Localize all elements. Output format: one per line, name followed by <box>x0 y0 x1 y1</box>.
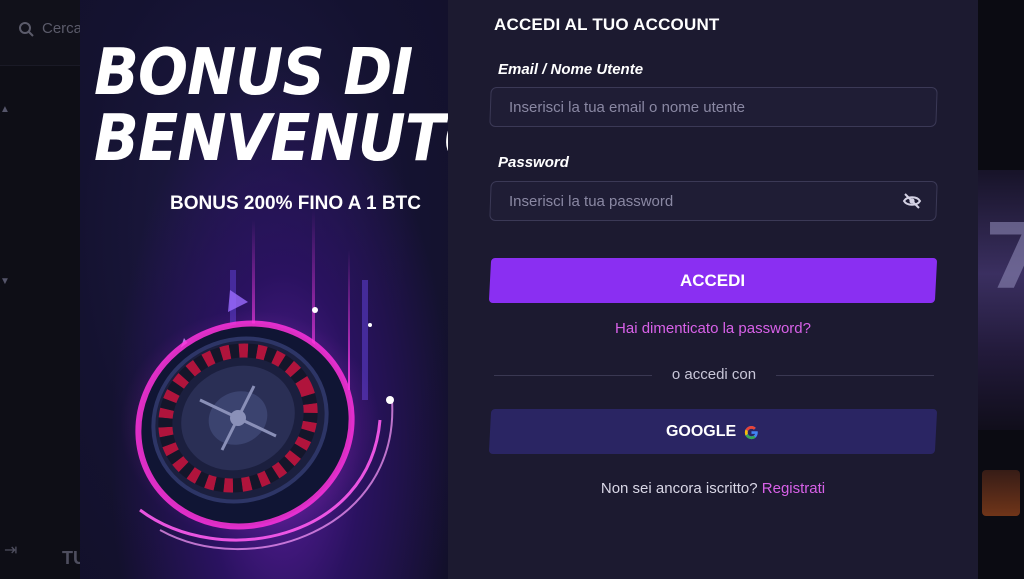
login-modal: BONUS DI BENVENUTO BONUS 200% FINO A 1 B… <box>80 0 978 579</box>
login-button[interactable]: ACCEDI <box>488 258 938 303</box>
register-link[interactable]: Registrati <box>762 480 825 497</box>
forgot-password-link[interactable]: Hai dimenticato la password? <box>490 320 936 337</box>
promo-title-line1: BONUS DI <box>94 36 413 110</box>
background-search: Cerca <box>18 20 82 37</box>
email-label: Email / Nome Utente <box>498 61 644 78</box>
promo-title: BONUS DI BENVENUTO <box>94 40 448 172</box>
form-title: ACCEDI AL TUO ACCOUNT <box>494 15 720 34</box>
roulette-wheel-illustration <box>120 210 394 551</box>
password-field[interactable] <box>509 182 889 220</box>
login-button-label: ACCEDI <box>680 270 746 290</box>
background-banner: 7 <box>978 0 1024 579</box>
background-sidebar: ▲ ▼ <box>0 66 80 579</box>
social-divider: o accedi con <box>494 366 934 384</box>
chevron-up-icon: ▲ <box>0 104 10 115</box>
login-form: ACCEDI AL TUO ACCOUNT Email / Nome Utent… <box>488 0 950 579</box>
google-login-button[interactable]: GOOGLE <box>488 409 938 454</box>
promo-subtitle: BONUS 200% FINO A 1 BTC <box>170 193 421 214</box>
google-button-label: GOOGLE <box>666 422 737 440</box>
promo-title-line2: BENVENUTO <box>94 102 448 176</box>
expand-icon: ⇥ <box>4 542 18 559</box>
eye-off-icon[interactable] <box>902 192 922 210</box>
email-field-box <box>489 87 938 127</box>
signup-prompt: Non sei ancora iscritto? Registrati <box>490 480 936 497</box>
welcome-bonus-banner: BONUS DI BENVENUTO BONUS 200% FINO A 1 B… <box>80 0 448 579</box>
background-search-placeholder: Cerca <box>42 20 83 37</box>
chevron-down-icon: ▼ <box>0 276 10 287</box>
email-field[interactable] <box>509 88 889 126</box>
google-g-icon <box>745 424 759 439</box>
game-thumbnail <box>982 470 1020 516</box>
signup-text: Non sei ancora iscritto? <box>600 480 758 497</box>
password-field-box <box>489 181 938 221</box>
search-icon <box>19 21 34 37</box>
slot-seven-icon: 7 <box>984 205 1024 310</box>
password-label: Password <box>498 154 569 171</box>
